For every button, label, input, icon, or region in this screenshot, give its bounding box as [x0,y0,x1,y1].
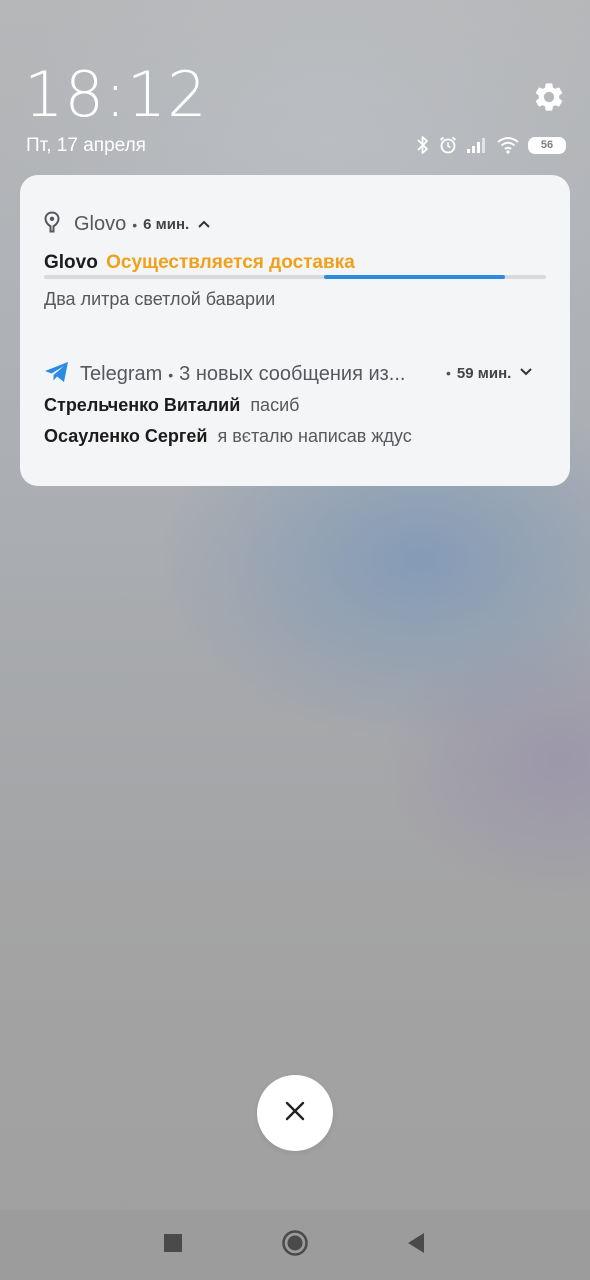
gear-icon[interactable] [532,80,566,114]
header-separator: • [132,216,138,233]
home-circle-icon [281,1229,309,1262]
square-icon [164,1233,182,1257]
navigation-bar [0,1210,590,1280]
chevron-down-icon[interactable] [519,364,533,382]
time-separator: • [446,365,451,381]
telegram-icon [44,361,70,388]
status-icons: 56 [416,133,566,157]
back-triangle-icon [406,1232,426,1259]
telegram-time: 59 мин. [456,364,512,382]
glovo-header: Glovo • 6 мин. [44,211,211,238]
close-icon [284,1100,306,1127]
glovo-title-line: Glovo Осуществляется доставка [44,252,355,274]
lock-clock: 18:12 [24,58,208,131]
glovo-status: Осуществляется доставка [106,252,355,273]
bluetooth-icon [416,135,430,155]
notification-panel: Glovo • 6 мин. Glovo Осуществляется дост… [20,175,570,486]
chevron-up-icon[interactable] [197,216,211,234]
back-button[interactable] [401,1230,431,1260]
glovo-time: 6 мин. [143,216,190,233]
glovo-title: Glovo [44,252,98,273]
message-row: Стрельченко Виталий пасиб [44,395,299,416]
message-sender: Осауленко Сергей [44,426,208,446]
signal-icon [466,136,488,154]
message-text: я вєталю написав ждус [217,426,412,446]
lock-date: Пт, 17 апреля [26,135,146,156]
message-text: пасиб [250,395,300,415]
battery-level: 56 [540,139,554,151]
telegram-summary: 3 новых сообщения из... [179,363,406,385]
header-separator: • [168,366,174,383]
wifi-icon [496,136,520,154]
message-sender: Стрельченко Виталий [44,395,241,415]
clear-all-button[interactable] [257,1075,333,1151]
telegram-time-group: • 59 мин. [440,364,533,382]
telegram-app-name: Telegram [80,363,163,385]
delivery-progress-track [44,275,546,279]
home-button[interactable] [280,1229,310,1262]
alarm-icon [438,135,458,155]
delivery-progress-fill [324,275,505,279]
telegram-header: Telegram • 3 новых сообщения из... [44,361,405,388]
glovo-app-name: Glovo [74,213,127,235]
recents-button[interactable] [158,1230,188,1260]
location-pin-icon [44,211,60,238]
glovo-body: Два литра светлой баварии [44,289,276,309]
battery-indicator: 56 [528,136,566,154]
message-row: Осауленко Сергей я вєталю написав ждус [44,426,412,447]
